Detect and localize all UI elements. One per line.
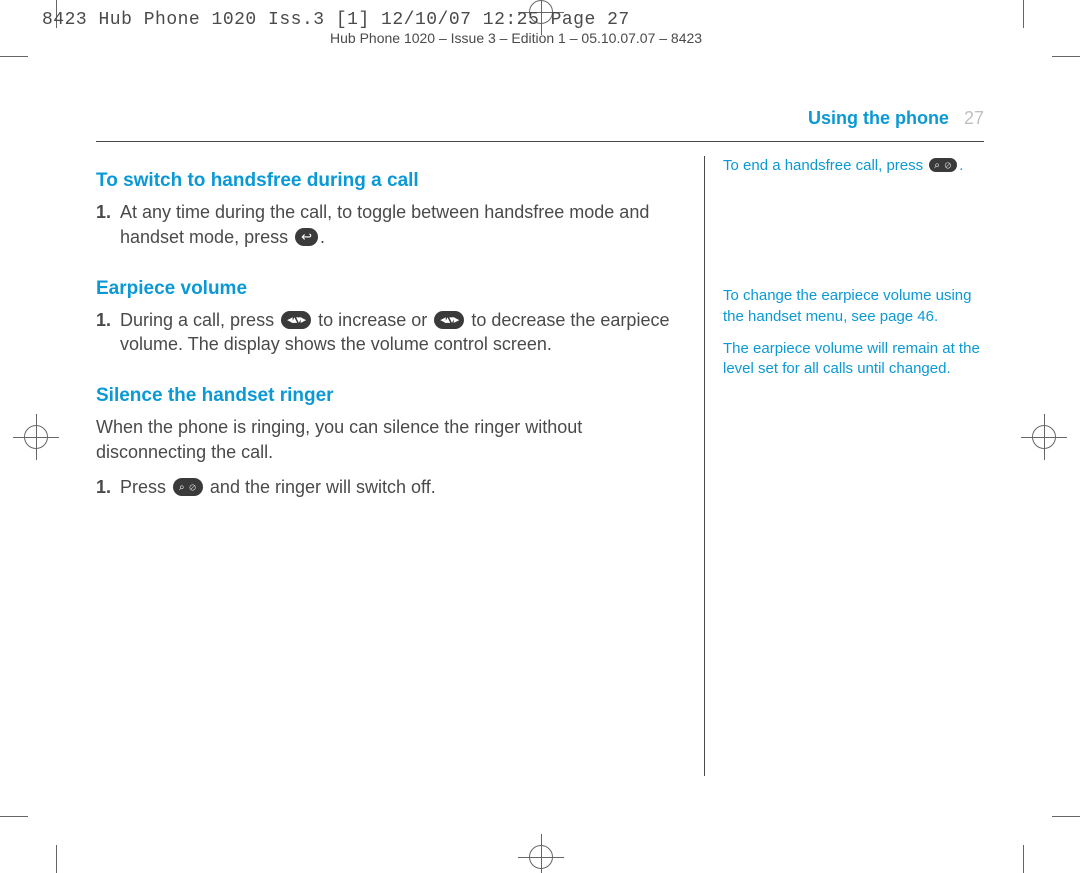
list-number: 1. bbox=[96, 475, 120, 500]
list-item: 1. Press and the ringer will switch off. bbox=[96, 475, 686, 500]
heading-handsfree: To switch to handsfree during a call bbox=[96, 170, 686, 192]
text-run: During a call, press bbox=[120, 310, 279, 330]
side-note: To end a handsfree call, press . bbox=[723, 156, 984, 176]
page-number: 27 bbox=[964, 108, 984, 128]
list-text: At any time during the call, to toggle b… bbox=[120, 200, 686, 250]
side-note: The earpiece volume will remain at the l… bbox=[723, 339, 984, 380]
list-text: Press and the ringer will switch off. bbox=[120, 475, 436, 500]
trim-mark bbox=[1023, 0, 1024, 28]
main-column: To switch to handsfree during a call 1. … bbox=[96, 156, 704, 776]
rule bbox=[96, 141, 984, 142]
text-run: Press bbox=[120, 477, 171, 497]
list-number: 1. bbox=[96, 200, 120, 250]
print-slug: 8423 Hub Phone 1020 Iss.3 [1] 12/10/07 1… bbox=[42, 10, 630, 30]
heading-earpiece: Earpiece volume bbox=[96, 278, 686, 300]
heading-silence: Silence the handset ringer bbox=[96, 385, 686, 407]
section-title: Using the phone bbox=[808, 108, 949, 128]
page-body: Using the phone 27 To switch to handsfre… bbox=[96, 108, 984, 776]
side-note: To change the earpiece volume using the … bbox=[723, 286, 984, 327]
back-key-icon bbox=[295, 228, 318, 246]
trim-mark bbox=[1023, 845, 1024, 873]
trim-mark bbox=[1052, 56, 1080, 57]
list-number: 1. bbox=[96, 308, 120, 358]
paragraph: When the phone is ringing, you can silen… bbox=[96, 415, 686, 465]
trim-mark bbox=[56, 845, 57, 873]
print-slug-secondary: Hub Phone 1020 – Issue 3 – Edition 1 – 0… bbox=[330, 30, 702, 46]
text-run: and the ringer will switch off. bbox=[205, 477, 436, 497]
text-run: At any time during the call, to toggle b… bbox=[120, 202, 649, 247]
trim-mark bbox=[0, 56, 28, 57]
list-item: 1. At any time during the call, to toggl… bbox=[96, 200, 686, 250]
two-column-layout: To switch to handsfree during a call 1. … bbox=[96, 156, 984, 776]
trim-mark bbox=[0, 816, 28, 817]
text-run: To end a handsfree call, press bbox=[723, 157, 927, 174]
trim-mark bbox=[1052, 816, 1080, 817]
spacer bbox=[723, 206, 984, 286]
running-head: Using the phone 27 bbox=[96, 108, 984, 129]
nav-key-icon bbox=[434, 311, 464, 329]
end-call-key-icon bbox=[929, 158, 957, 172]
list-item: 1. During a call, press to increase or t… bbox=[96, 308, 686, 358]
text-run: . bbox=[959, 157, 963, 174]
side-column: To end a handsfree call, press . To chan… bbox=[704, 156, 984, 776]
registration-mark-icon bbox=[24, 425, 48, 449]
text-run: to increase or bbox=[313, 310, 432, 330]
text-run: . bbox=[320, 227, 325, 247]
list-text: During a call, press to increase or to d… bbox=[120, 308, 686, 358]
end-call-key-icon bbox=[173, 478, 203, 496]
nav-key-icon bbox=[281, 311, 311, 329]
registration-mark-icon bbox=[1032, 425, 1056, 449]
registration-mark-icon bbox=[529, 845, 553, 869]
